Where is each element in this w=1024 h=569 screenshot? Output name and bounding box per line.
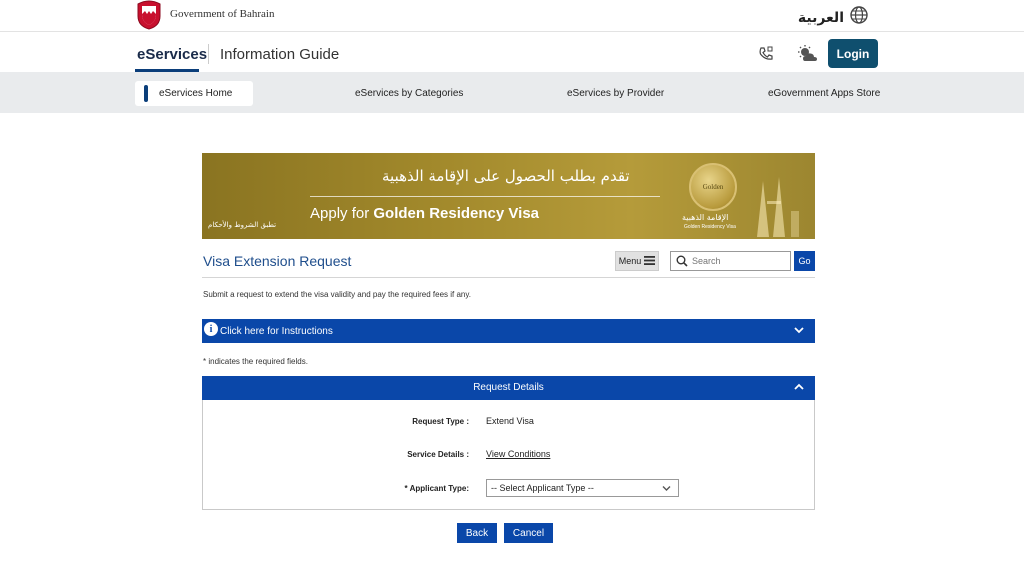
skyline-icon [747,171,807,239]
golden-residency-banner[interactable]: تقدم بطلب الحصول على الإقامة الذهبية App… [202,153,815,239]
info-icon: i [204,322,218,336]
language-label[interactable]: العربية [798,10,844,26]
view-conditions-link[interactable]: View Conditions [486,449,550,459]
request-details-title: Request Details [473,382,544,393]
nav-item-eservices-by-provider[interactable]: eServices by Provider [567,88,664,99]
main-nav: eServices Home eServices by Categories e… [0,72,1024,113]
badge-text: Golden [702,183,724,191]
banner-english-bold: Golden Residency Visa [373,205,539,222]
menu-label: Menu [618,256,642,266]
request-details-header[interactable]: Request Details [202,376,815,400]
instructions-toggle[interactable]: i Click here for Instructions [202,319,815,343]
chevron-up-icon[interactable] [793,380,805,398]
tab-divider [208,44,209,64]
applicant-type-label: * Applicant Type: [404,484,469,493]
nav-item-eservices-home[interactable]: eServices Home [135,81,253,106]
service-details-label: Service Details : [407,450,469,459]
request-type-value: Extend Visa [486,416,534,426]
main-header: eServices Information Guide Login [0,32,1024,72]
bahrain-emblem-icon[interactable] [134,0,164,30]
nav-active-indicator [144,85,148,102]
search-icon [676,255,688,267]
nav-item-egovernment-apps-store[interactable]: eGovernment Apps Store [768,88,880,99]
request-details-panel: Request Details Request Type : Extend Vi… [202,376,815,510]
top-bar: Government of Bahrain العربية [0,0,1024,32]
nav-item-eservices-by-categories[interactable]: eServices by Categories [355,88,463,99]
search-box[interactable] [670,251,791,271]
tab-eservices[interactable]: eServices [137,46,207,63]
government-label: Government of Bahrain [170,8,275,20]
tab-information-guide[interactable]: Information Guide [220,46,339,63]
page-title: Visa Extension Request [203,253,352,269]
weather-icon[interactable] [795,42,821,66]
chevron-down-icon [661,483,672,496]
applicant-type-select[interactable]: -- Select Applicant Type -- [486,479,679,497]
required-fields-note: * indicates the required fields. [203,357,308,366]
nav-item-label: eServices Home [159,88,233,99]
globe-icon[interactable] [850,6,868,29]
hamburger-icon [644,255,656,267]
chevron-down-icon[interactable] [793,323,805,341]
title-divider [202,277,815,278]
request-type-label: Request Type : [412,417,469,426]
menu-button[interactable]: Menu [615,251,659,271]
go-button[interactable]: Go [794,251,815,271]
page-description: Submit a request to extend the visa vali… [203,290,472,299]
instructions-label: Click here for Instructions [220,326,333,337]
applicant-type-selected: -- Select Applicant Type -- [491,483,594,493]
banner-terms-note: تطبق الشروط والأحكام [208,221,277,229]
login-button[interactable]: Login [828,39,878,68]
badge-arabic-label: الإقامة الذهبية [682,213,729,222]
golden-badge-icon: Golden [689,163,737,211]
cancel-button[interactable]: Cancel [504,523,553,543]
banner-divider [310,196,660,197]
back-button[interactable]: Back [457,523,497,543]
phone-icon[interactable] [753,42,779,66]
banner-arabic-headline: تقدم بطلب الحصول على الإقامة الذهبية [382,167,630,185]
language-switch[interactable]: العربية [798,6,868,29]
badge-english-label: Golden Residency Visa [684,224,736,230]
search-input[interactable] [692,256,782,266]
banner-english-prefix: Apply for [310,205,374,222]
banner-english-headline: Apply for Golden Residency Visa [310,205,539,222]
